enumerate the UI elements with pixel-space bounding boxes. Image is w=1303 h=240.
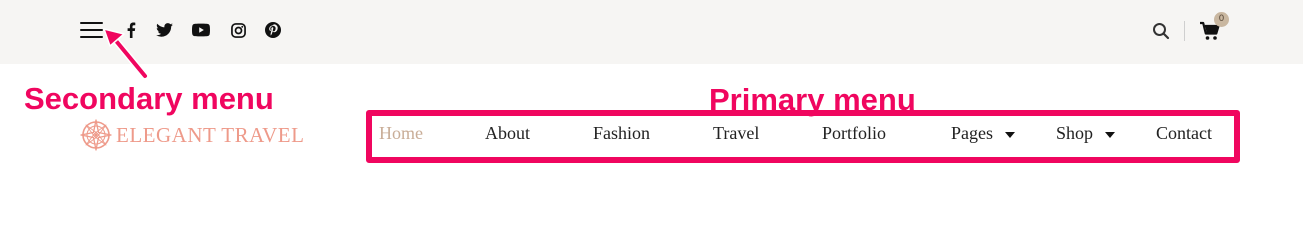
cart-count-badge: 0: [1214, 12, 1229, 27]
nav-item-label: Contact: [1156, 123, 1212, 143]
instagram-icon[interactable]: [229, 21, 247, 39]
logo-text: ELEGANT TRAVEL: [116, 122, 305, 147]
pinterest-icon[interactable]: [264, 21, 282, 39]
nav-item-label: Travel: [713, 123, 760, 143]
nav-item-pages[interactable]: Pages: [951, 123, 1015, 144]
nav-item-contact[interactable]: Contact: [1156, 123, 1212, 144]
nav-item-label: Home: [379, 123, 423, 143]
nav-item-label: Pages: [951, 123, 993, 143]
search-icon[interactable]: [1152, 22, 1170, 40]
nav-item-label: Portfolio: [822, 123, 887, 143]
nav-item-about[interactable]: About: [485, 123, 530, 144]
nav-item-label: Fashion: [593, 123, 651, 143]
site-logo[interactable]: ELEGANT TRAVEL: [80, 118, 304, 152]
youtube-icon[interactable]: [192, 21, 210, 39]
secondary-menu-annotation: Secondary menu: [24, 81, 274, 116]
nav-item-home[interactable]: Home: [379, 123, 423, 144]
annotation-arrow-icon: [103, 28, 149, 80]
nav-item-fashion[interactable]: Fashion: [593, 123, 650, 144]
compass-icon: [80, 119, 112, 151]
nav-item-label: Shop: [1056, 123, 1094, 143]
chevron-down-icon: [1005, 131, 1015, 138]
nav-item-travel[interactable]: Travel: [713, 123, 759, 144]
nav-item-shop[interactable]: Shop: [1056, 123, 1116, 144]
nav-item-label: About: [485, 123, 530, 143]
topbar-divider: [1184, 21, 1185, 41]
chevron-down-icon: [1105, 131, 1116, 138]
nav-item-portfolio[interactable]: Portfolio: [822, 123, 886, 144]
